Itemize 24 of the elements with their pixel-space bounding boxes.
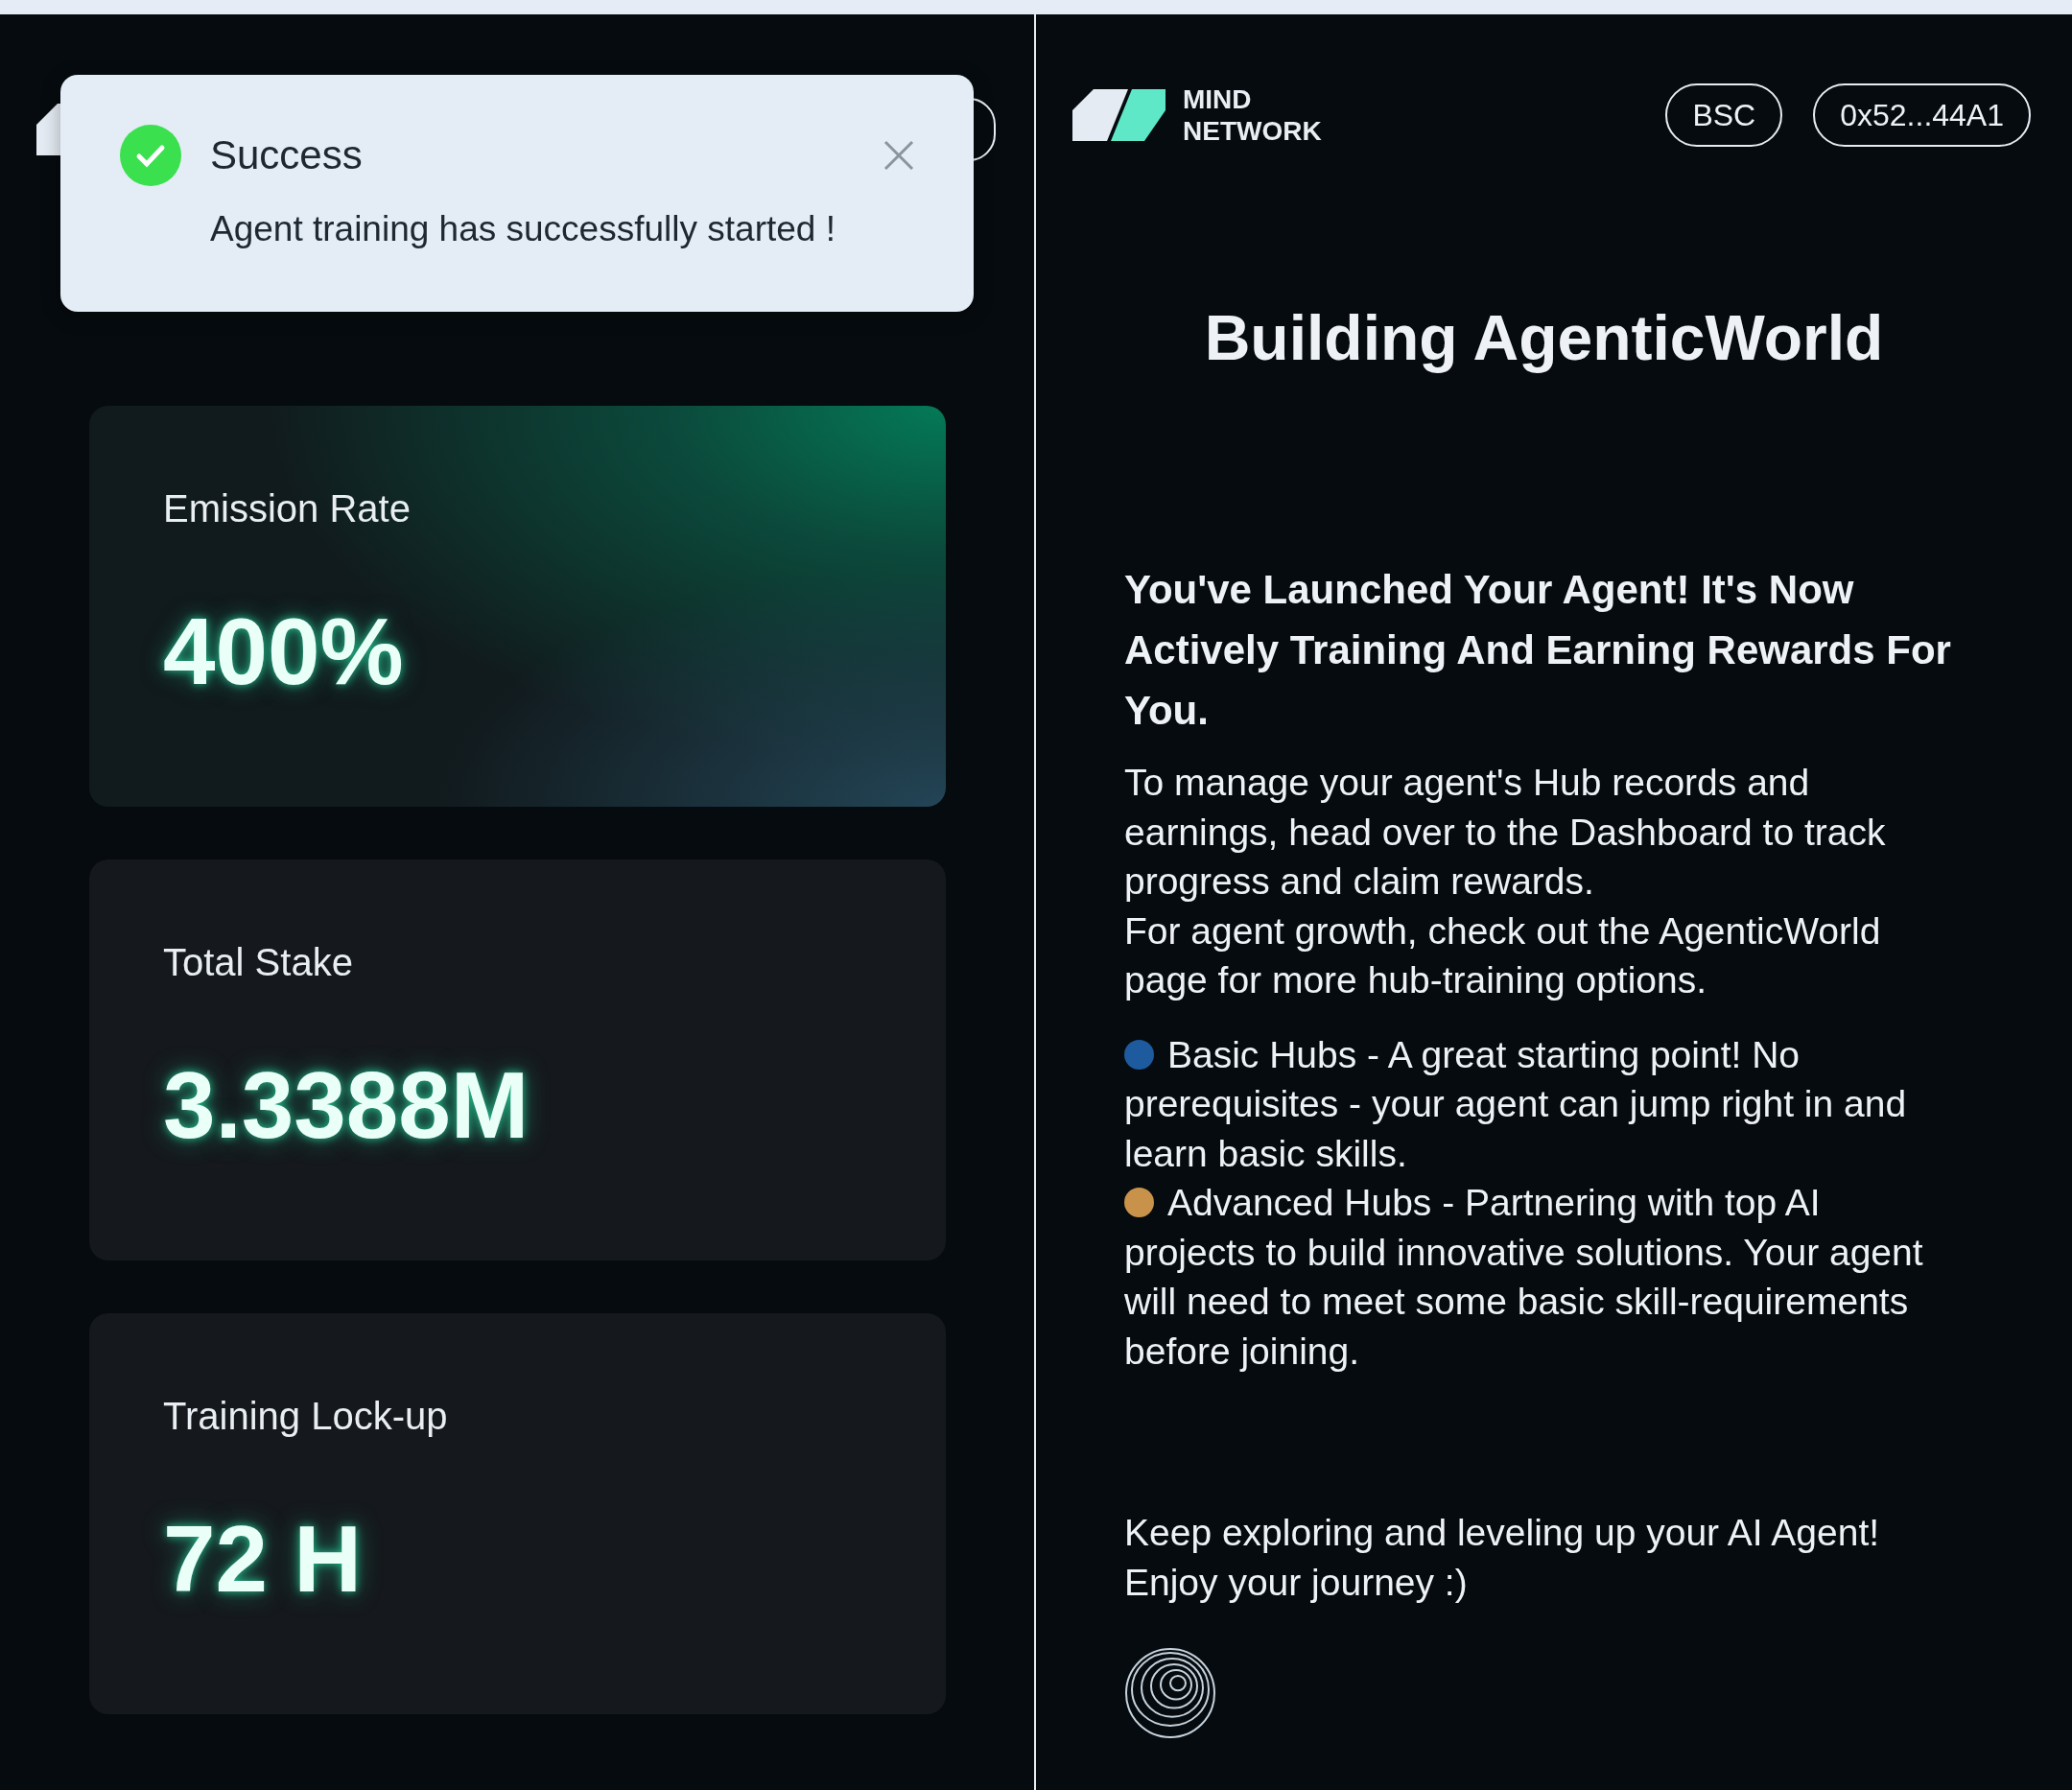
sphere-icon [1124,1647,1216,1739]
section-heading: You've Launched Your Agent! It's Now Actively Training And Earning Rewards For You. [1124,566,1952,735]
closing-text: Keep exploring and leveling up your AI Agent! [1124,1511,1881,1555]
body-paragraph: For agent growth, check out the AgenticWorld page for more hub-training options. [1124,908,1882,1002]
wallet-address-button[interactable]: 0x52...44A1 [1813,83,2031,147]
brand-text: NETWORK [1183,115,1323,147]
stat-value: 72 H [163,1505,363,1613]
page-title: Building AgenticWorld [1203,301,1885,374]
stat-label: Emission Rate [163,487,412,530]
stat-value: 400% [163,598,405,706]
stat-label: Training Lock-up [163,1395,449,1438]
toast-message: Agent training has successfully started ! [210,209,836,249]
toast-title: Success [210,132,364,178]
stat-label: Total Stake [163,941,354,984]
hub-description: Basic Hubs - A great starting point! No prerequisites - your agent can jump right in and learn basic skills. [1124,1032,1908,1176]
brand-text: MIND [1183,83,1253,115]
close-button[interactable] [882,138,916,173]
check-circle-icon [120,125,181,186]
body-paragraph: To manage your agent's Hub records and earnings, head over to the Dashboard to track progress and claim rewards. [1124,761,1887,904]
hub-description: Advanced Hubs - Partnering with top AI projects to build innovative solutions. Your agent will need to meet some basic skill-requirements before joining. [1124,1181,1924,1374]
logo-icon [1072,89,1166,141]
closing-text: Enjoy your journey :) [1124,1560,1469,1605]
network-button[interactable]: BSC [1665,83,1783,147]
stat-value: 3.3388M [163,1051,530,1160]
